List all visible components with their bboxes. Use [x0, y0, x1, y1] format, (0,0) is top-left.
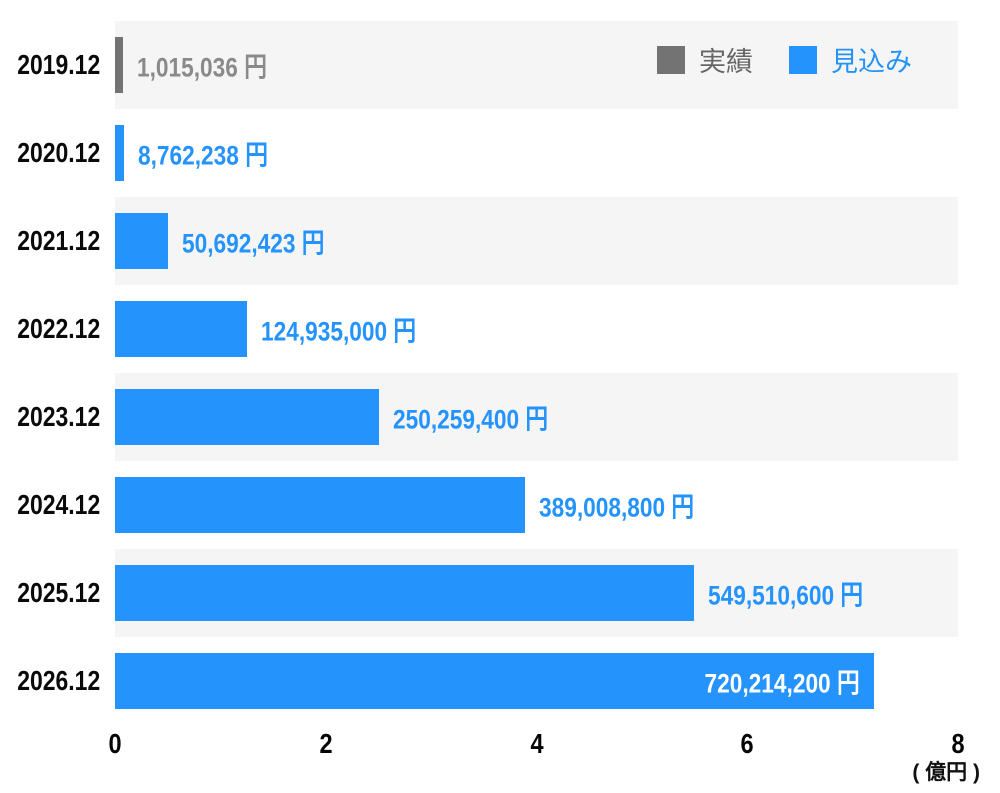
- bar-2021.12: [115, 213, 168, 269]
- chart-row: 50,692,423 円: [115, 197, 958, 285]
- value-label-2020.12: 8,762,238 円: [138, 134, 293, 173]
- legend: 実績 見込み: [657, 40, 912, 79]
- bar-2022.12: [115, 301, 247, 357]
- chart-row: 389,008,800 円: [115, 461, 958, 549]
- category-label-2022.12: 2022.12: [0, 285, 100, 373]
- category-label-2021.12: 2021.12: [0, 197, 100, 285]
- legend-item-forecast[interactable]: 見込み: [789, 40, 912, 79]
- x-tick-6: 6: [739, 728, 755, 760]
- revenue-forecast-bar-chart: 1,015,036 円 8,762,238 円 50,692,423 円 124,93…: [0, 0, 1000, 793]
- bar-2023.12: [115, 389, 379, 445]
- axis-unit-label: ( 億円 ): [912, 756, 980, 786]
- legend-label-forecast: 見込み: [831, 40, 912, 79]
- x-tick-0: 0: [107, 728, 123, 760]
- bar-2024.12: [115, 477, 525, 533]
- value-label-2021.12: 50,692,423 円: [182, 222, 352, 261]
- category-label-2020.12: 2020.12: [0, 109, 100, 197]
- category-label-2026.12: 2026.12: [0, 637, 100, 725]
- value-label-2024.12: 389,008,800 円: [539, 486, 724, 525]
- value-label-2023.12: 250,259,400 円: [393, 398, 578, 437]
- legend-label-actual: 実績: [699, 40, 753, 79]
- bar-2020.12: [115, 125, 124, 181]
- value-axis: 02468: [115, 728, 958, 762]
- chart-row: 250,259,400 円: [115, 373, 958, 461]
- value-label-2022.12: 124,935,000 円: [261, 310, 446, 349]
- legend-item-actual[interactable]: 実績: [657, 40, 753, 79]
- x-tick-2: 2: [318, 728, 334, 760]
- category-label-2019.12: 2019.12: [0, 21, 100, 109]
- value-label-2026.12: 720,214,200 円: [675, 662, 860, 701]
- legend-swatch-actual: [657, 46, 685, 74]
- chart-row: 8,762,238 円: [115, 109, 958, 197]
- value-label-2025.12: 549,510,600 円: [708, 574, 893, 613]
- value-label-2019.12: 1,015,036 円: [137, 46, 292, 85]
- bar-2019.12: [115, 37, 123, 93]
- category-label-2023.12: 2023.12: [0, 373, 100, 461]
- bar-2025.12: [115, 565, 694, 621]
- legend-swatch-forecast: [789, 46, 817, 74]
- chart-row: 124,935,000 円: [115, 285, 958, 373]
- category-axis: 2019.122020.122021.122022.122023.122024.…: [0, 21, 100, 725]
- category-label-2025.12: 2025.12: [0, 549, 100, 637]
- chart-row: 549,510,600 円: [115, 549, 958, 637]
- x-tick-4: 4: [529, 728, 545, 760]
- plot-area: 1,015,036 円 8,762,238 円 50,692,423 円 124,93…: [115, 21, 958, 725]
- chart-row: 720,214,200 円: [115, 637, 958, 725]
- category-label-2024.12: 2024.12: [0, 461, 100, 549]
